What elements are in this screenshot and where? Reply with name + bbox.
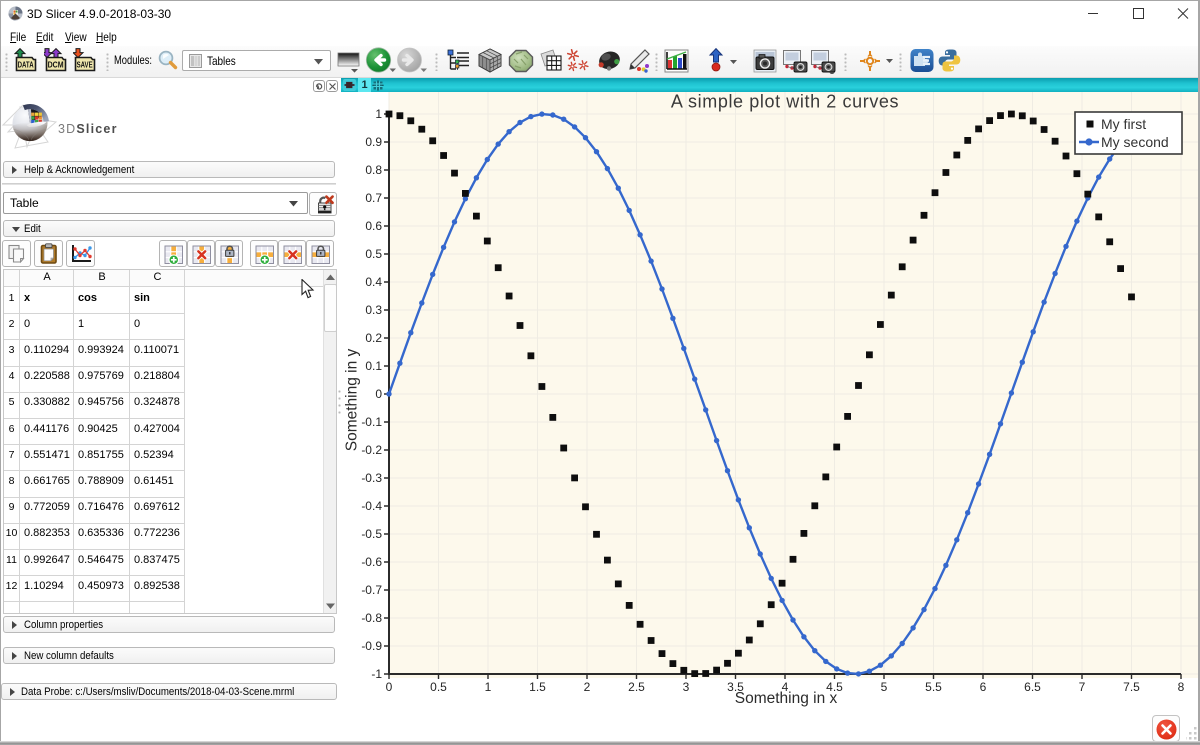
svg-text:0.4: 0.4 [365,275,382,289]
svg-text:0: 0 [386,680,393,694]
svg-text:-0.2: -0.2 [361,443,382,457]
svg-text:0.6: 0.6 [365,219,382,233]
svg-text:5: 5 [881,680,888,694]
svg-text:0.3: 0.3 [365,303,382,317]
svg-text:1.5: 1.5 [529,680,546,694]
svg-text:-0.9: -0.9 [361,639,382,653]
svg-text:0.9: 0.9 [365,135,382,149]
svg-text:SAVE: SAVE [77,60,93,70]
svg-text:0.8: 0.8 [365,163,382,177]
svg-text:-0.1: -0.1 [361,415,382,429]
svg-text:My first: My first [1101,116,1146,132]
svg-text:A simple plot with 2 curves: A simple plot with 2 curves [671,92,899,112]
svg-text:0.5: 0.5 [365,247,382,261]
svg-text:8: 8 [1178,680,1185,694]
svg-text:5.5: 5.5 [925,680,942,694]
svg-text:3: 3 [683,680,690,694]
svg-text:6.5: 6.5 [1024,680,1041,694]
svg-text:-1: -1 [371,667,382,681]
svg-text:7: 7 [1079,680,1086,694]
svg-text:Something in x: Something in x [735,690,838,707]
svg-text:0.2: 0.2 [365,331,382,345]
svg-text:My second: My second [1101,134,1169,150]
svg-text:-0.4: -0.4 [361,499,382,513]
svg-text:7.5: 7.5 [1123,680,1140,694]
svg-text:0: 0 [375,387,382,401]
svg-text:2: 2 [584,680,591,694]
svg-text:1: 1 [375,107,382,121]
svg-text:0.1: 0.1 [365,359,382,373]
svg-text:-0.5: -0.5 [361,527,382,541]
svg-text:6: 6 [980,680,987,694]
svg-text:0.7: 0.7 [365,191,382,205]
svg-text:-0.3: -0.3 [361,471,382,485]
svg-text:DATA: DATA [18,60,34,70]
svg-text:DCM: DCM [48,60,64,70]
svg-text:-0.8: -0.8 [361,611,382,625]
svg-text:-0.6: -0.6 [361,555,382,569]
svg-text:-0.7: -0.7 [361,583,382,597]
svg-text:0.5: 0.5 [430,680,447,694]
svg-text:Something in y: Something in y [344,348,361,451]
svg-text:1: 1 [485,680,492,694]
svg-text:2.5: 2.5 [628,680,645,694]
